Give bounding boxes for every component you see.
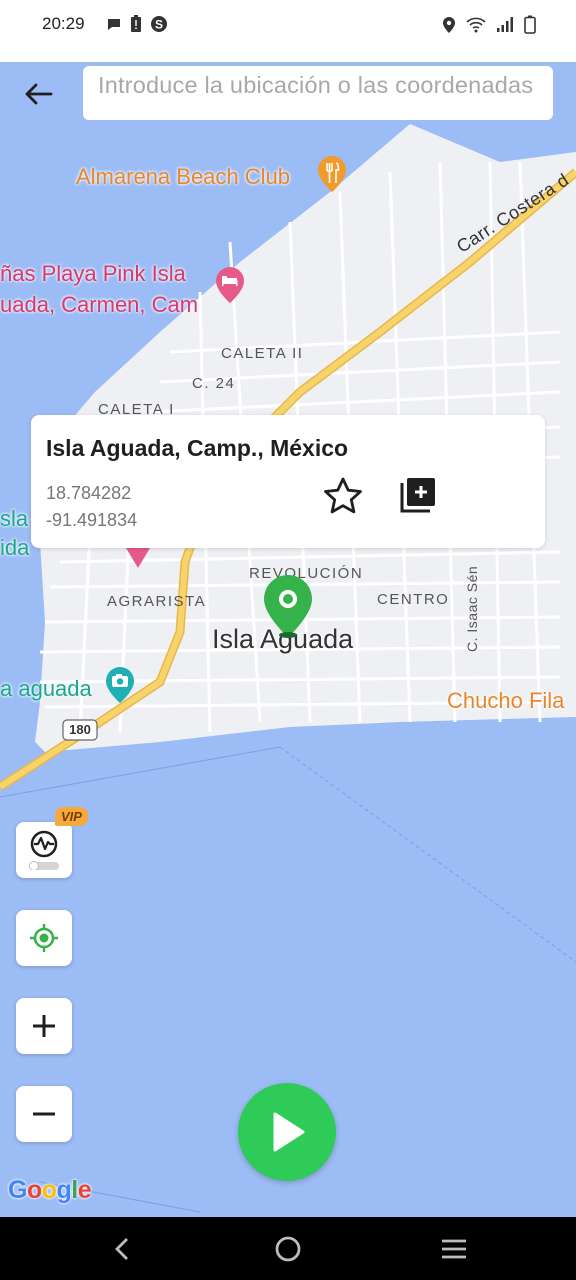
chat-bubble-icon	[108, 19, 120, 30]
signal-icon	[497, 16, 513, 32]
google-attribution: Google	[8, 1176, 92, 1204]
search-input[interactable]	[83, 66, 553, 120]
home-nav-icon	[275, 1236, 301, 1262]
camera-pin-icon[interactable]	[104, 665, 136, 705]
s-app-icon: S	[151, 16, 167, 32]
back-button[interactable]	[18, 74, 58, 114]
nav-home-button[interactable]	[270, 1231, 306, 1267]
my-location-icon	[30, 924, 58, 952]
street-c24: C. 24	[192, 375, 236, 392]
hotel-pin-icon[interactable]	[214, 265, 246, 305]
route-mode-icon	[29, 830, 59, 870]
street-isaac: C. Isaac Sén	[464, 565, 480, 652]
svg-text:S: S	[155, 18, 163, 32]
back-nav-icon	[115, 1238, 128, 1260]
battery-icon	[524, 15, 536, 34]
recents-nav-icon	[442, 1239, 466, 1259]
restaurant-pin-icon[interactable]	[316, 154, 348, 194]
copy-coordinates-button[interactable]	[397, 475, 439, 517]
nav-recents-button[interactable]	[436, 1231, 472, 1267]
pink-pin-partial-icon[interactable]	[124, 548, 152, 570]
location-icon	[443, 16, 455, 33]
my-location-button[interactable]	[16, 910, 72, 966]
zoom-out-button[interactable]	[16, 1086, 72, 1142]
location-marker-icon[interactable]	[262, 573, 314, 639]
copy-add-icon	[400, 478, 435, 513]
battery-alert-icon	[131, 15, 141, 32]
status-time: 20:29	[42, 14, 85, 33]
vip-badge: VIP	[55, 807, 88, 826]
poi-chucho-label[interactable]: Chucho Fila	[447, 688, 564, 714]
zoom-in-icon	[33, 1015, 55, 1037]
status-bar: 20:29 S	[0, 0, 576, 62]
system-nav-bar	[0, 1217, 576, 1280]
route-180-shield: 180	[69, 722, 91, 737]
zoom-in-button[interactable]	[16, 998, 72, 1054]
star-outline-icon	[324, 477, 362, 514]
wifi-icon	[466, 17, 486, 32]
poi-cabanas-line1[interactable]: ñas Playa Pink Isla	[0, 261, 186, 287]
zoom-out-icon	[33, 1112, 55, 1116]
start-simulation-button[interactable]	[238, 1083, 336, 1181]
favorite-button[interactable]	[322, 475, 364, 517]
poi-isla-aguada-photo[interactable]: a aguada	[0, 676, 92, 702]
nav-back-button[interactable]	[104, 1231, 140, 1267]
arrow-left-icon	[25, 83, 53, 105]
poi-almarena-label[interactable]: Almarena Beach Club	[76, 164, 290, 190]
search-bar[interactable]: Introduce la ubicación o las coordenadas	[83, 66, 553, 120]
map-view[interactable]: Almarena Beach Club ñas Playa Pink Isla …	[0, 62, 576, 1217]
poi-sla-fragment-2: ida	[0, 535, 30, 560]
location-card: Isla Aguada, Camp., México 18.784282 -91…	[31, 415, 545, 548]
longitude-value: -91.491834	[46, 510, 138, 530]
poi-sla-fragment-1: sla	[0, 506, 29, 531]
street-caleta-ii: CALETA II	[221, 345, 304, 362]
street-centro: CENTRO	[377, 591, 450, 608]
route-mode-toggle[interactable]	[16, 822, 72, 878]
location-title: Isla Aguada, Camp., México	[46, 435, 349, 461]
poi-cabanas-line2[interactable]: uada, Carmen, Cam	[0, 292, 198, 318]
play-icon	[273, 1112, 305, 1152]
latitude-value: 18.784282	[46, 483, 132, 503]
street-agrarista: AGRARISTA	[107, 593, 207, 610]
